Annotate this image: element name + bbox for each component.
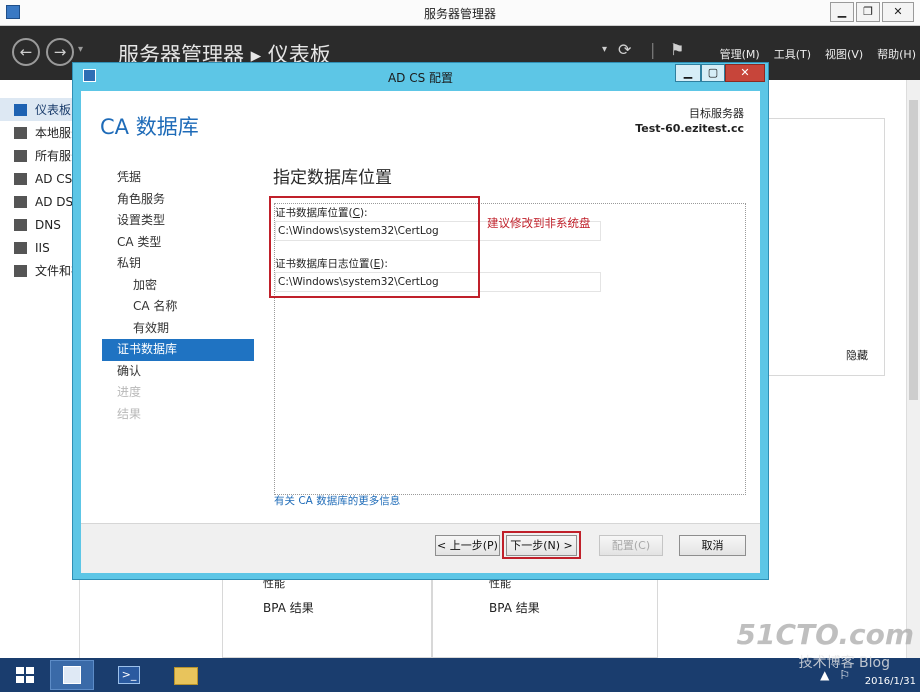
- cancel-button[interactable]: 取消: [679, 535, 746, 556]
- next-button[interactable]: 下一步(N) >: [506, 535, 577, 556]
- sidebar-item-adcs[interactable]: AD CS: [0, 167, 79, 190]
- servers-icon: [14, 149, 27, 162]
- wizard-nav-cryptography[interactable]: 加密: [102, 275, 254, 297]
- sidebar-item-adds[interactable]: AD DS: [0, 190, 79, 213]
- wizard-nav-validity-period[interactable]: 有效期: [102, 318, 254, 340]
- tile-bpa-label[interactable]: BPA 结果: [263, 599, 314, 616]
- annotation-text: 建议修改到非系统盘: [487, 216, 591, 230]
- notifications-flag-icon[interactable]: ⚑: [670, 40, 684, 59]
- welcome-tile: 隐藏: [755, 118, 885, 376]
- dialog-titlebar: AD CS 配置 ▁ ▢ ✕: [73, 63, 768, 89]
- sidebar-item-dashboard[interactable]: 仪表板: [0, 98, 79, 121]
- dialog-body: CA 数据库 目标服务器 Test-60.ezitest.cc 凭据 角色服务 …: [81, 91, 760, 573]
- server-manager-window-title: 服务器管理器: [423, 7, 496, 21]
- adcs-config-dialog: AD CS 配置 ▁ ▢ ✕ CA 数据库 目标服务器 Test-60.ezit…: [72, 62, 769, 580]
- wizard-nav-credentials[interactable]: 凭据: [102, 167, 254, 189]
- sidebar-item-local-server[interactable]: 本地服务器: [0, 121, 79, 144]
- taskbar-server-manager[interactable]: [50, 660, 94, 690]
- server-manager-sidebar: 仪表板 本地服务器 所有服务器 AD CS AD DS DNS IIS 文件和存…: [0, 80, 80, 658]
- dns-icon: [14, 218, 27, 231]
- dropdown-icon[interactable]: ▾: [602, 44, 607, 55]
- wizard-nav-certificate-database[interactable]: 证书数据库: [102, 339, 254, 361]
- menu-view[interactable]: 视图(V): [825, 46, 863, 62]
- watermark-logo: 51CTO.com: [736, 618, 914, 651]
- menu-tools[interactable]: 工具(T): [774, 46, 811, 62]
- dialog-close-button[interactable]: ✕: [725, 64, 765, 82]
- sidebar-item-all-servers[interactable]: 所有服务器: [0, 144, 79, 167]
- wizard-nav-role-services[interactable]: 角色服务: [102, 189, 254, 211]
- powershell-icon: >_: [118, 666, 140, 684]
- windows-logo-icon: [16, 667, 34, 683]
- server-manager-icon: [63, 666, 81, 684]
- refresh-icon[interactable]: ⟳: [618, 40, 631, 59]
- folder-icon: [174, 667, 198, 685]
- wizard-nav: 凭据 角色服务 设置类型 CA 类型 私钥 加密 CA 名称 有效期 证书数据库…: [102, 167, 254, 425]
- dialog-maximize-button[interactable]: ▢: [701, 64, 725, 82]
- sidebar-item-iis[interactable]: IIS: [0, 236, 79, 259]
- sidebar-item-dns[interactable]: DNS: [0, 213, 79, 236]
- taskbar-powershell[interactable]: >_: [108, 660, 152, 690]
- configure-button: 配置(C): [599, 535, 663, 556]
- start-button[interactable]: [4, 660, 48, 690]
- vertical-scrollbar[interactable]: [906, 80, 920, 658]
- sidebar-item-file-storage[interactable]: 文件和存储服务: [0, 259, 79, 282]
- adds-icon: [14, 195, 27, 208]
- scrollbar-thumb[interactable]: [909, 100, 918, 400]
- role-tile: 性能 BPA 结果: [432, 570, 658, 658]
- back-arrow-icon[interactable]: ←: [12, 38, 40, 66]
- tile-bpa-label[interactable]: BPA 结果: [489, 599, 540, 616]
- wizard-nav-confirmation[interactable]: 确认: [102, 361, 254, 383]
- dialog-caption: CA 数据库: [100, 115, 199, 139]
- adcs-icon: [14, 172, 27, 185]
- taskbar-file-explorer[interactable]: [164, 660, 208, 690]
- minimize-button[interactable]: ▁: [830, 2, 854, 22]
- tray-clock[interactable]: 2016/1/31: [865, 676, 916, 687]
- file-storage-icon: [14, 264, 27, 277]
- menu-manage[interactable]: 管理(M): [720, 46, 760, 62]
- server-icon: [14, 126, 27, 139]
- wizard-nav-progress: 进度: [117, 385, 142, 399]
- target-server-name: Test-60.ezitest.cc: [635, 122, 744, 135]
- role-tile: 性能 BPA 结果: [222, 570, 432, 658]
- menu-help[interactable]: 帮助(H): [877, 46, 916, 62]
- annotation-highlight-box: [269, 196, 480, 298]
- wizard-nav-ca-name[interactable]: CA 名称: [102, 296, 254, 318]
- forward-arrow-icon[interactable]: →: [46, 38, 74, 66]
- more-info-link[interactable]: 有关 CA 数据库的更多信息: [274, 493, 400, 508]
- target-server-label: 目标服务器: [689, 107, 744, 120]
- dialog-title: AD CS 配置: [387, 71, 454, 85]
- wizard-nav-setup-type[interactable]: 设置类型: [102, 210, 254, 232]
- dashboard-icon: [14, 103, 27, 116]
- restore-button[interactable]: ❐: [856, 2, 880, 22]
- close-button[interactable]: ✕: [882, 2, 914, 22]
- wizard-nav-private-key[interactable]: 私钥: [102, 253, 254, 275]
- wizard-nav-results: 结果: [117, 406, 142, 421]
- history-dropdown-icon[interactable]: ▾: [78, 44, 83, 55]
- back-button[interactable]: < 上一步(P): [435, 535, 500, 556]
- wizard-nav-ca-type[interactable]: CA 类型: [102, 232, 254, 254]
- dialog-footer: < 上一步(P) 下一步(N) > 配置(C) 取消: [81, 523, 760, 573]
- dialog-minimize-button[interactable]: ▁: [675, 64, 701, 82]
- hide-link[interactable]: 隐藏: [846, 347, 868, 363]
- watermark-subtitle: 技术博客 Blog: [798, 655, 890, 671]
- separator: |: [650, 40, 656, 59]
- section-title: 指定数据库位置: [273, 168, 392, 188]
- iis-icon: [14, 241, 27, 254]
- menu-bar: 管理(M) 工具(T) 视图(V) 帮助(H): [706, 46, 916, 62]
- server-manager-titlebar: 服务器管理器 ▁ ❐ ✕: [0, 0, 920, 26]
- taskbar: >_ ▲ ⚐ 2016/1/31: [0, 658, 920, 692]
